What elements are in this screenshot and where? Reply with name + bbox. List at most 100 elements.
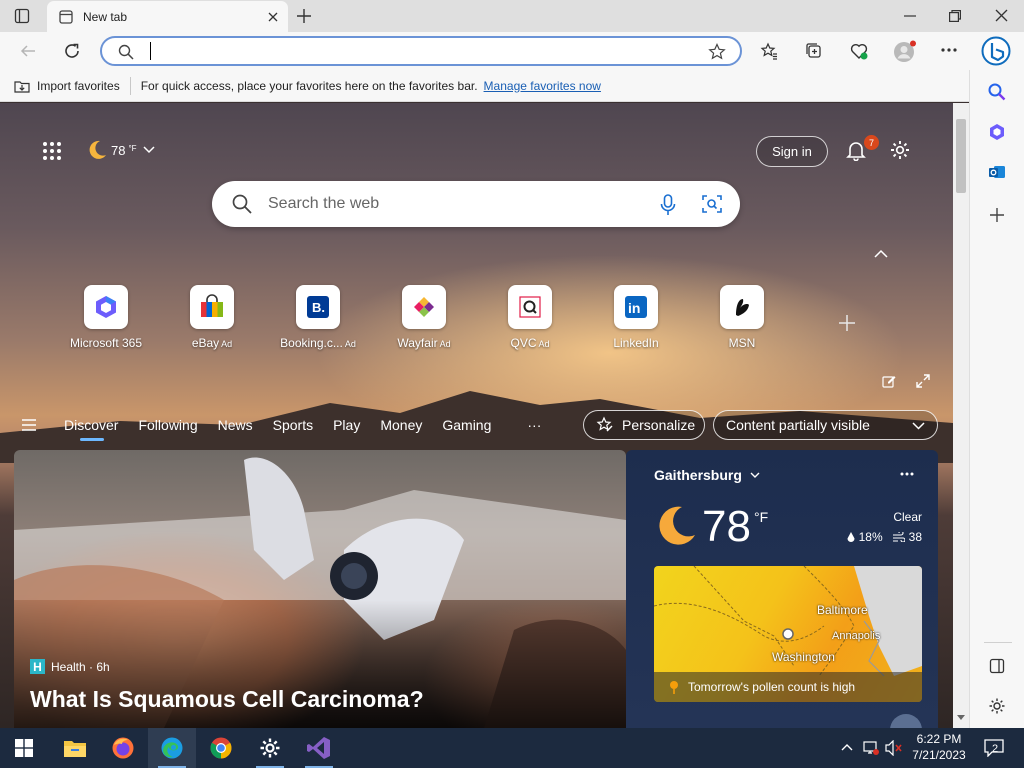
- qvc-icon: [508, 285, 552, 329]
- hide-sidebar-icon[interactable]: [989, 658, 1005, 674]
- web-search-box[interactable]: Search the web: [212, 181, 740, 227]
- chrome-icon[interactable]: [197, 728, 245, 768]
- quick-link-label: QVC: [510, 336, 537, 350]
- quick-link-label: MSN: [728, 336, 756, 350]
- map-label-washington: Washington: [772, 650, 835, 664]
- manage-favorites-link[interactable]: Manage favorites now: [484, 79, 601, 93]
- edge-taskbar-icon[interactable]: [148, 728, 196, 768]
- scroll-down-arrow-icon[interactable]: [957, 715, 965, 721]
- clock-time: 6:22 PM: [916, 732, 962, 746]
- close-tab-icon[interactable]: [268, 12, 278, 22]
- quick-link-microsoft-365[interactable]: Microsoft 365: [51, 285, 161, 350]
- hero-news-card[interactable]: H Health · 6h What Is Squamous Cell Carc…: [14, 450, 626, 728]
- expand-page-icon[interactable]: [916, 374, 930, 388]
- hero-title[interactable]: What Is Squamous Cell Carcinoma?: [30, 686, 424, 713]
- edit-background-icon[interactable]: [882, 374, 896, 388]
- favorites-icon[interactable]: [760, 42, 778, 60]
- tab-following[interactable]: Following: [128, 409, 207, 441]
- pollen-alert[interactable]: Tomorrow's pollen count is high: [654, 672, 922, 702]
- sidebar-add-icon[interactable]: [989, 207, 1005, 223]
- hero-source-label: Health · 6h: [51, 659, 110, 674]
- minimize-button[interactable]: [904, 10, 916, 22]
- personalize-button[interactable]: Personalize: [583, 410, 705, 440]
- collapse-quick-links-chevron-up-icon[interactable]: [874, 249, 888, 258]
- volume-muted-icon[interactable]: [885, 740, 903, 756]
- tab-play[interactable]: Play: [323, 409, 370, 441]
- precipitation: 18%: [847, 530, 883, 544]
- tab-news[interactable]: News: [208, 409, 263, 441]
- restore-button[interactable]: [949, 10, 961, 22]
- weather-condition: Clear: [893, 510, 922, 524]
- weather-location-label: Gaithersburg: [654, 467, 742, 483]
- add-favorite-star-icon[interactable]: [708, 43, 726, 61]
- bing-copilot-icon[interactable]: [981, 36, 1011, 66]
- tab-new-tab[interactable]: New tab: [47, 1, 288, 32]
- settings-gear-taskbar-icon[interactable]: [246, 728, 294, 768]
- sidebar-settings-icon[interactable]: [988, 697, 1006, 715]
- address-input[interactable]: [146, 42, 686, 60]
- favorites-divider: [129, 76, 131, 95]
- tab-money[interactable]: Money: [370, 409, 432, 441]
- tab-title: New tab: [83, 9, 128, 24]
- network-icon[interactable]: [862, 740, 880, 756]
- address-bar[interactable]: [100, 36, 742, 66]
- new-tab-button[interactable]: [296, 8, 312, 24]
- profile-avatar[interactable]: [893, 40, 917, 64]
- health-source-icon: H: [30, 659, 45, 674]
- refresh-button[interactable]: [63, 42, 81, 60]
- booking-icon: B.: [296, 285, 340, 329]
- back-button[interactable]: [20, 43, 36, 59]
- quick-link-ebay[interactable]: eBay Ad: [157, 285, 267, 350]
- sidebar-search-icon[interactable]: [988, 83, 1006, 101]
- page-scrollbar[interactable]: [953, 103, 969, 728]
- apps-launcher-icon[interactable]: [42, 141, 62, 161]
- sign-in-button[interactable]: Sign in: [756, 136, 828, 167]
- sidebar-microsoft-365-icon[interactable]: [988, 123, 1006, 141]
- more-tabs-button[interactable]: ···: [501, 409, 551, 441]
- add-quick-link-icon[interactable]: [838, 314, 856, 332]
- tab-sports[interactable]: Sports: [263, 409, 323, 441]
- system-clock[interactable]: 6:22 PM 7/21/2023: [908, 731, 970, 763]
- ad-label: Ad: [439, 339, 451, 349]
- tab-discover[interactable]: Discover: [54, 409, 128, 441]
- precipitation-value: 18%: [858, 530, 883, 544]
- edge-sidebar: [969, 70, 1024, 728]
- browser-essentials-icon[interactable]: [849, 41, 869, 61]
- quick-link-booking[interactable]: B. Booking.c... Ad: [263, 285, 373, 350]
- quick-link-wayfair[interactable]: Wayfair Ad: [369, 285, 479, 350]
- collections-icon[interactable]: [805, 42, 823, 60]
- weather-location[interactable]: Gaithersburg: [654, 467, 760, 483]
- weather-chip[interactable]: 78 °F: [86, 139, 155, 161]
- sidebar-outlook-icon[interactable]: [988, 163, 1006, 181]
- weather-more-options-icon[interactable]: [900, 472, 914, 476]
- tab-gaming[interactable]: Gaming: [432, 409, 501, 441]
- sidebar-divider: [984, 642, 1012, 643]
- quick-link-label: Microsoft 365: [69, 336, 143, 350]
- quick-link-label: Wayfair: [397, 336, 438, 350]
- quick-link-qvc[interactable]: QVC Ad: [475, 285, 585, 350]
- ad-label: Ad: [344, 339, 356, 349]
- quick-link-linkedin[interactable]: in LinkedIn: [581, 285, 691, 350]
- tab-actions-icon[interactable]: [14, 8, 30, 24]
- voice-search-microphone-icon[interactable]: [660, 194, 676, 216]
- file-explorer-icon[interactable]: [51, 728, 99, 768]
- weather-temperature: 78: [702, 502, 751, 551]
- scrollbar-thumb[interactable]: [956, 119, 966, 193]
- firefox-icon[interactable]: [99, 728, 147, 768]
- import-favorites-button[interactable]: Import favorites: [14, 79, 120, 93]
- weather-card[interactable]: Gaithersburg 78 °F Clear 18% 38 Baltimor…: [626, 450, 938, 746]
- feed-menu-hamburger-icon[interactable]: [20, 409, 54, 441]
- show-hidden-icons-chevron-up-icon[interactable]: [841, 743, 853, 751]
- start-button[interactable]: [0, 728, 48, 768]
- wind-value: 38: [908, 530, 922, 544]
- page-settings-gear-icon[interactable]: [889, 139, 911, 161]
- pollen-alert-text: Tomorrow's pollen count is high: [688, 680, 856, 694]
- visual-search-icon[interactable]: [702, 194, 722, 214]
- notification-badge: 7: [864, 135, 879, 150]
- quick-link-msn[interactable]: MSN: [687, 285, 797, 350]
- pollen-map[interactable]: Baltimore Annapolis Washington Tomorrow'…: [654, 566, 922, 702]
- close-window-button[interactable]: [995, 9, 1008, 22]
- visual-studio-icon[interactable]: [295, 728, 343, 768]
- settings-more-icon[interactable]: [941, 48, 957, 52]
- content-visibility-dropdown[interactable]: Content partially visible: [713, 410, 938, 440]
